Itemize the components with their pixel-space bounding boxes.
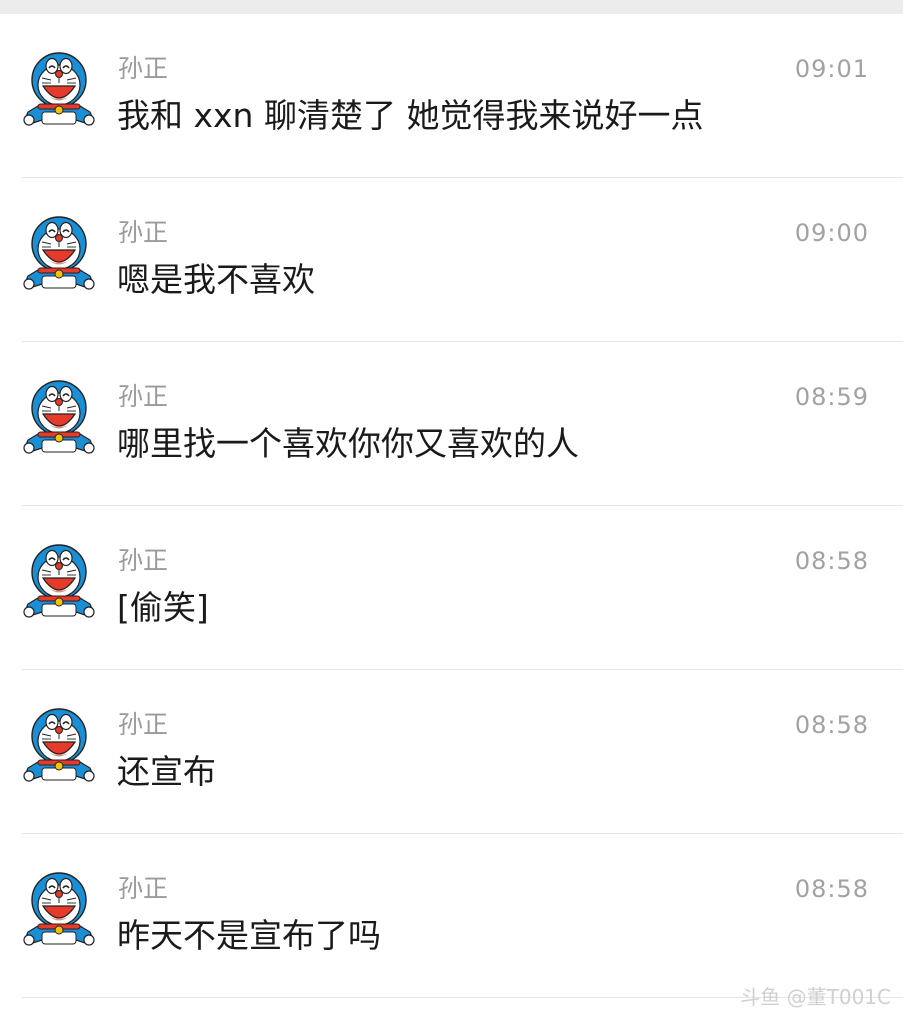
- message-text: 哪里找一个喜欢你你又喜欢的人: [117, 424, 579, 463]
- doraemon-avatar-icon[interactable]: [20, 706, 98, 784]
- message-time: 08:58: [794, 547, 869, 575]
- message-time: 08:59: [794, 383, 869, 411]
- message-text: 嗯是我不喜欢: [117, 260, 315, 299]
- message-text: 昨天不是宣布了吗: [117, 916, 381, 955]
- message-row[interactable]: 孙正 08:58 昨天不是宣布了吗: [0, 834, 903, 998]
- top-status-strip: [0, 0, 903, 14]
- message-time: 09:01: [794, 55, 869, 83]
- sender-name: 孙正: [118, 382, 169, 411]
- message-row[interactable]: 孙正 09:00 嗯是我不喜欢: [0, 178, 903, 342]
- message-time: 09:00: [794, 219, 869, 247]
- message-list: 孙正 09:01 我和 xxn 聊清楚了 她觉得我来说好一点 孙正 09:00 …: [0, 14, 903, 998]
- message-row[interactable]: 孙正 08:58 还宣布: [0, 670, 903, 834]
- message-text: 我和 xxn 聊清楚了 她觉得我来说好一点: [117, 96, 704, 135]
- sender-name: 孙正: [118, 54, 169, 83]
- message-time: 08:58: [794, 875, 869, 903]
- message-text: 还宣布: [117, 752, 216, 791]
- doraemon-avatar-icon[interactable]: [20, 542, 98, 620]
- sender-name: 孙正: [118, 218, 169, 247]
- sender-name: 孙正: [118, 874, 169, 903]
- sender-name: 孙正: [118, 710, 169, 739]
- message-row[interactable]: 孙正 08:59 哪里找一个喜欢你你又喜欢的人: [0, 342, 903, 506]
- doraemon-avatar-icon[interactable]: [20, 378, 98, 456]
- doraemon-avatar-icon[interactable]: [20, 214, 98, 292]
- message-row[interactable]: 孙正 09:01 我和 xxn 聊清楚了 她觉得我来说好一点: [0, 14, 903, 178]
- watermark: 斗鱼 @董T001C: [740, 985, 891, 1009]
- message-row[interactable]: 孙正 08:58 [偷笑]: [0, 506, 903, 670]
- message-time: 08:58: [794, 711, 869, 739]
- sender-name: 孙正: [118, 546, 169, 575]
- doraemon-avatar-icon[interactable]: [20, 870, 98, 948]
- message-text: [偷笑]: [117, 588, 209, 627]
- doraemon-avatar-icon[interactable]: [20, 50, 98, 128]
